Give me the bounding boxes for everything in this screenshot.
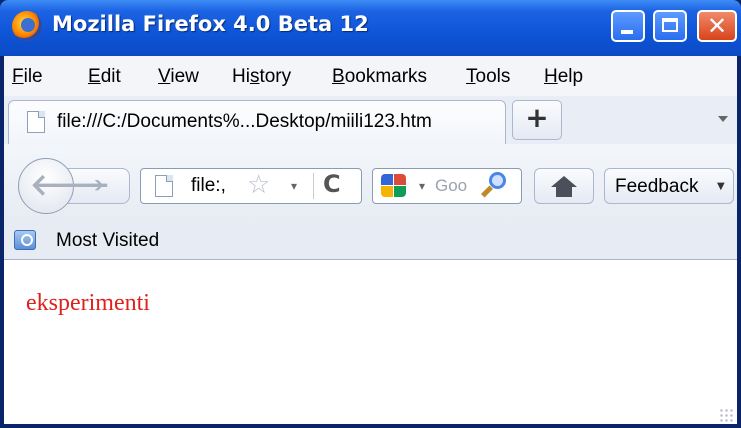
search-bar[interactable]: ▾ Goo — [372, 168, 522, 204]
new-tab-button[interactable]: + — [512, 100, 562, 140]
menu-edit[interactable]: Edit — [88, 66, 121, 88]
feedback-label: Feedback — [615, 176, 699, 197]
tab-list-arrow-icon[interactable] — [718, 116, 728, 122]
bookmarks-toolbar: Most Visited — [4, 220, 737, 260]
menu-bookmarks[interactable]: Bookmarks — [332, 66, 427, 88]
minimize-icon — [621, 30, 633, 34]
navigation-toolbar: ➔ 🡐 file:, ☆ ▾ C ▾ Goo Feedback ▼ — [4, 144, 737, 220]
page-text: eksperimenti — [26, 290, 150, 316]
url-history-dropdown-icon[interactable]: ▾ — [291, 179, 297, 193]
page-icon — [27, 111, 45, 133]
menu-tools[interactable]: Tools — [466, 66, 510, 88]
url-separator — [313, 173, 314, 199]
minimize-button[interactable] — [611, 10, 645, 42]
most-visited-link[interactable]: Most Visited — [56, 230, 159, 252]
menu-history[interactable]: History — [232, 66, 291, 88]
menu-file[interactable]: File — [12, 66, 43, 88]
menu-help[interactable]: Help — [544, 66, 583, 88]
firefox-logo-icon — [12, 11, 42, 41]
tab-strip: file:///C:/Documents%...Desktop/miili123… — [4, 96, 737, 144]
feedback-dropdown-icon: ▼ — [717, 181, 725, 192]
close-button[interactable]: ✕ — [697, 10, 737, 42]
title-bar[interactable]: Mozilla Firefox 4.0 Beta 12 ✕ — [0, 0, 741, 56]
search-input[interactable]: Goo — [435, 176, 467, 196]
home-button[interactable] — [534, 168, 594, 204]
window-title: Mozilla Firefox 4.0 Beta 12 — [52, 12, 369, 36]
feedback-button[interactable]: Feedback ▼ — [604, 168, 734, 204]
close-icon: ✕ — [706, 12, 728, 40]
back-arrow-icon: 🡐 — [30, 168, 111, 203]
tab-active[interactable]: file:///C:/Documents%...Desktop/miili123… — [8, 100, 506, 144]
browser-window: Mozilla Firefox 4.0 Beta 12 ✕ File Edit … — [0, 0, 741, 428]
menu-view[interactable]: View — [158, 66, 199, 88]
reload-icon[interactable]: C — [323, 170, 341, 198]
url-input[interactable]: file:, — [191, 175, 226, 197]
resize-grip-icon[interactable] — [719, 408, 733, 422]
google-icon[interactable] — [381, 174, 407, 198]
page-content: eksperimenti — [4, 260, 737, 424]
magnifier-icon[interactable] — [479, 172, 509, 202]
maximize-icon — [662, 18, 678, 32]
url-bar[interactable]: file:, ☆ ▾ C — [140, 168, 362, 204]
star-icon[interactable]: ☆ — [247, 170, 270, 200]
menu-bar: File Edit View History Bookmarks Tools H… — [4, 56, 737, 96]
site-page-icon — [155, 175, 173, 197]
tab-title: file:///C:/Documents%...Desktop/miili123… — [57, 111, 432, 132]
maximize-button[interactable] — [653, 10, 687, 42]
back-button[interactable]: 🡐 — [18, 158, 110, 214]
search-engine-dropdown-icon[interactable]: ▾ — [419, 179, 425, 193]
home-icon — [551, 176, 577, 187]
client-area: File Edit View History Bookmarks Tools H… — [4, 56, 737, 424]
most-visited-icon — [14, 230, 36, 250]
